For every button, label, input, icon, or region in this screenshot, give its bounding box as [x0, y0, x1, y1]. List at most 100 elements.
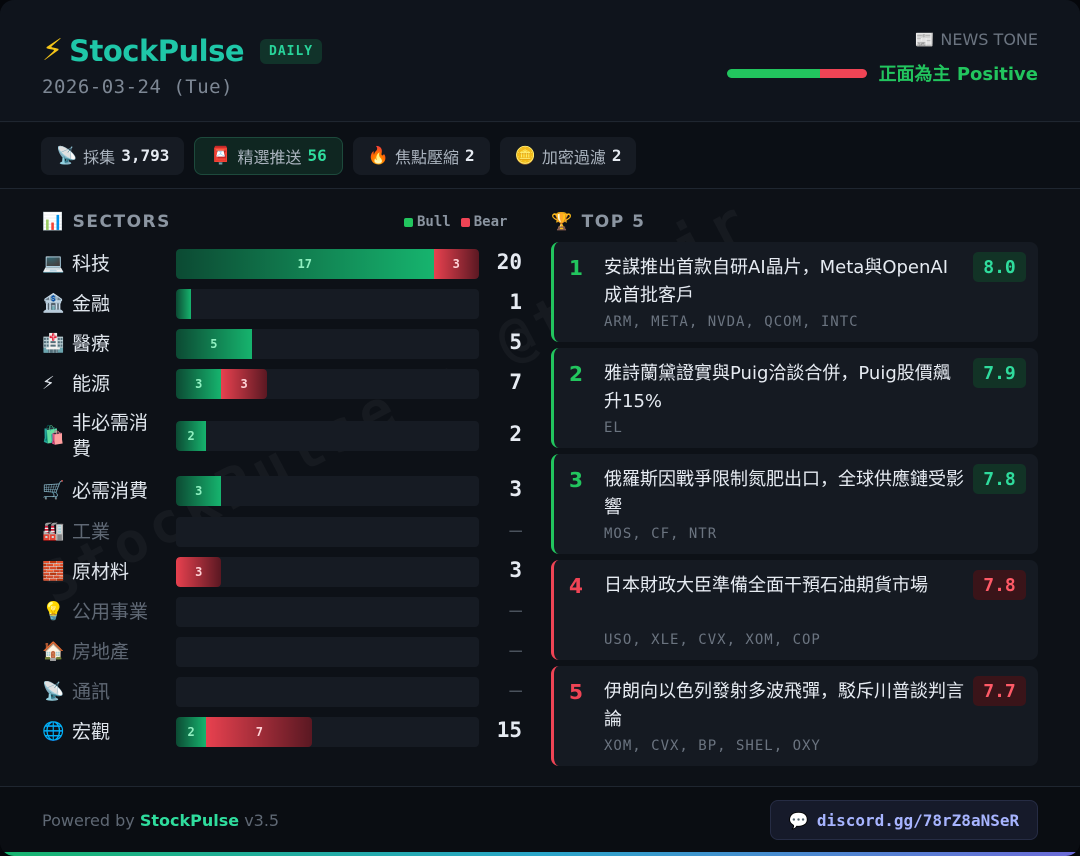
sector-row: 🛒 必需消費 3 3: [42, 475, 522, 507]
sector-icon: 🏥: [42, 333, 65, 354]
sector-bar-track: 17 3: [176, 249, 479, 279]
sector-row: 🏥 醫療 5 5: [42, 328, 522, 360]
sector-label: ⚡ 能源: [42, 371, 176, 397]
sector-total: 3: [509, 477, 522, 501]
sector-bar-track: 3: [176, 476, 479, 506]
sector-icon: 🛒: [42, 480, 65, 501]
sector-label: 🌐 宏觀: [42, 719, 176, 745]
satellite-icon: 📡: [56, 145, 78, 166]
bear-bar: 7: [206, 717, 313, 747]
sector-total: 7: [509, 370, 522, 394]
sector-name: 能源: [72, 373, 111, 395]
tone-meter: [726, 68, 867, 78]
sector-total: 20: [496, 250, 522, 274]
fire-icon: 🔥: [367, 145, 389, 166]
sector-name: 科技: [72, 253, 111, 275]
news-score-badge: 7.8: [973, 464, 1026, 494]
sector-bar-track: 27: [176, 717, 479, 747]
news-tone: 正面為主 Positive: [726, 60, 1038, 86]
tone-meter-positive: [726, 68, 821, 78]
stats-bar: 📡 採集 3,793 📮 精選推送 56 🔥 焦點壓縮 2 🪙 加密過濾 2: [0, 123, 1080, 189]
news-headline: 日本財政大臣準備全面干預石油期貨市場: [604, 575, 928, 596]
bottom-accent-strip: [0, 852, 1080, 856]
sector-name: 醫療: [72, 333, 111, 355]
sector-total: –: [509, 598, 522, 622]
sector-label: 🏭 工業: [42, 519, 176, 545]
news-tone-label: 📰 NEWS TONE: [914, 30, 1038, 49]
top-news-item[interactable]: 5 伊朗向以色列發射多波飛彈，駁斥川普談判言論 XOM, CVX, BP, SHEL…: [551, 666, 1038, 766]
powered-by: Powered by StockPulse v3.5: [42, 811, 280, 830]
top-news-item[interactable]: 4 日本財政大臣準備全面干預石油期貨市場 USO, XLE, CVX, XOM, C…: [551, 560, 1038, 660]
sector-name: 工業: [72, 521, 111, 543]
sector-name: 公用事業: [72, 601, 149, 623]
digest-card: StockPulse · @theAir ⚡ StockPulse DAILY …: [0, 0, 1080, 856]
sector-icon: 💡: [42, 601, 65, 622]
sector-name: 非必需消費: [72, 412, 149, 460]
mailbox-icon: 📮: [210, 145, 232, 166]
sector-bar-track: [176, 677, 479, 707]
legend-bear: Bear: [460, 214, 507, 230]
sector-total: –: [509, 678, 522, 702]
sectors-title: 📊 SECTORS: [42, 212, 171, 232]
news-rank: 4: [569, 574, 583, 598]
sector-name: 原材料: [72, 561, 130, 583]
stat-crypto-filtered: 🪙 加密過濾 2: [499, 136, 637, 175]
sector-icon: ⚡: [42, 373, 55, 394]
news-headline: 安謀推出首款自研AI晶片，Meta與OpenAI成首批客戶: [604, 257, 949, 306]
news-tickers: MOS, CF, NTR: [604, 526, 718, 542]
sector-total: 1: [509, 290, 522, 314]
news-headline: 俄羅斯因戰爭限制氮肥出口，全球供應鏈受影響: [604, 469, 964, 518]
sector-total: 3: [509, 558, 522, 582]
top-news-item[interactable]: 3 俄羅斯因戰爭限制氮肥出口，全球供應鏈受影響 MOS, CF, NTR 7.8: [551, 454, 1038, 554]
sector-row: 🏠 房地產 –: [42, 636, 522, 668]
bolt-icon: ⚡: [42, 33, 64, 68]
sector-row: 💻 科技 17 3 20: [42, 248, 522, 280]
sector-row: 💡 公用事業 –: [42, 596, 522, 628]
brand: ⚡ StockPulse DAILY: [42, 33, 323, 68]
tone-text: 正面為主 Positive: [878, 64, 1038, 85]
sector-label: 🧱 原材料: [42, 559, 176, 585]
bar-chart-icon: 📊: [42, 212, 65, 232]
daily-badge: DAILY: [260, 38, 323, 64]
footer: Powered by StockPulse v3.5 💬 discord.gg/…: [0, 786, 1080, 856]
sector-icon: 🏠: [42, 641, 65, 662]
header: ⚡ StockPulse DAILY 2026-03-24 (Tue) 📰 NE…: [0, 0, 1080, 122]
news-tickers: EL: [604, 420, 623, 436]
stat-curated: 📮 精選推送 56: [194, 136, 343, 175]
sector-row: 🧱 原材料 3 3: [42, 556, 522, 588]
news-rank: 1: [569, 256, 583, 280]
sector-name: 金融: [72, 293, 111, 315]
sectors-legend: Bull Bear: [404, 214, 507, 230]
sector-row: 🏭 工業 –: [42, 516, 522, 548]
sector-bar-track: [176, 289, 479, 319]
discord-link[interactable]: 💬 discord.gg/78rZ8aNSeR: [770, 800, 1038, 840]
sector-icon: 🏦: [42, 293, 65, 314]
sector-total: –: [509, 518, 522, 542]
bull-bar: [176, 289, 192, 319]
bull-bar: 2: [176, 421, 207, 451]
sector-total: 5: [509, 330, 522, 354]
news-rank: 3: [569, 468, 583, 492]
sector-bar-track: [176, 637, 479, 667]
sector-label: 🏦 金融: [42, 291, 176, 317]
newspaper-icon: 📰: [914, 30, 935, 49]
top-news-item[interactable]: 1 安謀推出首款自研AI晶片，Meta與OpenAI成首批客戶 ARM, META,…: [551, 242, 1038, 342]
bull-bar: 3: [176, 476, 222, 506]
sector-row: 🏦 金融 1: [42, 288, 522, 320]
sector-label: 🏥 醫療: [42, 331, 176, 357]
sector-icon: 🌐: [42, 721, 65, 742]
sector-bar-track: 33: [176, 369, 479, 399]
bull-bar: 5: [176, 329, 252, 359]
sector-bar-track: [176, 517, 479, 547]
sector-label: 📡 通訊: [42, 679, 176, 705]
sector-bar-track: 2: [176, 421, 479, 451]
trophy-icon: 🏆: [551, 212, 574, 232]
sector-row: 📡 通訊 –: [42, 676, 522, 708]
top-news-item[interactable]: 2 雅詩蘭黛證實與Puig洽談合併，Puig股價飆升15% EL 7.9: [551, 348, 1038, 448]
legend-bull: Bull: [404, 214, 451, 230]
news-score-badge: 7.8: [973, 570, 1026, 600]
news-tickers: XOM, CVX, BP, SHEL, OXY: [604, 738, 821, 754]
sector-name: 房地產: [72, 641, 130, 663]
news-rank: 2: [569, 362, 583, 386]
sector-icon: 🛍️: [42, 425, 65, 446]
